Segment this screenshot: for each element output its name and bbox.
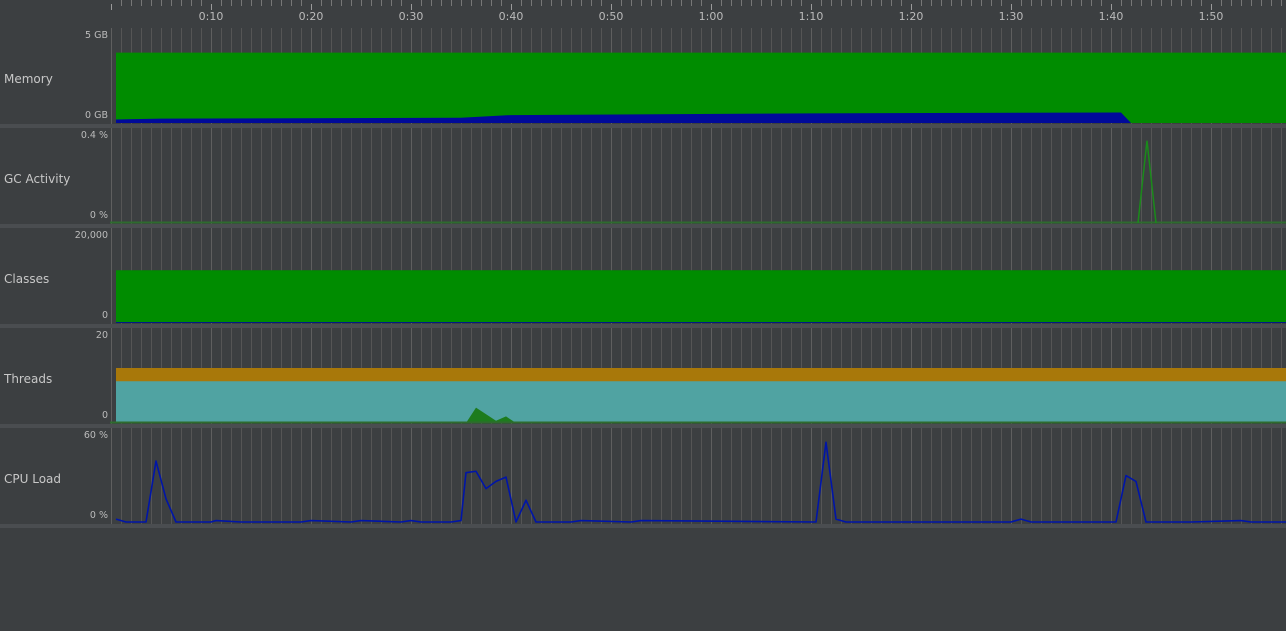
classes-chart: [111, 228, 1286, 324]
threads-y-min-label: 0: [101, 410, 108, 421]
memory-strip: Memory 5 GB 0 GB: [0, 28, 1286, 124]
memory-chart: [111, 28, 1286, 124]
timeline-tick-label: 1:30: [998, 10, 1024, 23]
empty-panel-area: [0, 528, 1286, 631]
memory-committed-area: [116, 52, 1286, 123]
gc-activity-strip: GC Activity 0.4 % 0 %: [0, 128, 1286, 224]
memory-strip-title: Memory: [4, 72, 53, 86]
cpu-load-plot[interactable]: [110, 428, 1286, 524]
threads-live-area: [116, 381, 1286, 423]
timeline-tick-label: 0:30: [398, 10, 424, 23]
gc-activity-chart: [110, 128, 1286, 224]
timeline-tick-label: 0:50: [598, 10, 624, 23]
classes-strip: Classes 20,000 0: [0, 228, 1286, 324]
timeline-tick-label: 1:50: [1198, 10, 1224, 23]
threads-strip: Threads 20 0: [0, 328, 1286, 424]
gc-activity-line: [1137, 140, 1157, 224]
timeline-tick-label: 0:10: [198, 10, 224, 23]
timeline-tick-label: 0:20: [298, 10, 324, 23]
timeline-tick-label: 1:20: [898, 10, 924, 23]
memory-y-max-label: 5 GB: [85, 30, 108, 41]
classes-loaded-area: [116, 270, 1286, 323]
cpu-y-min-label: 0 %: [89, 510, 108, 521]
timeline-ruler: 0:10 0:20 0:30 0:40 0:50 1:00 1:10 1:20 1:30 1:40…: [0, 0, 1286, 28]
memory-plot[interactable]: [110, 28, 1286, 124]
timeline-tick-label: 1:00: [698, 10, 724, 23]
threads-plot[interactable]: [110, 328, 1286, 424]
classes-plot[interactable]: [110, 228, 1286, 324]
classes-strip-title: Classes: [4, 272, 50, 286]
gc-activity-strip-title: GC Activity: [4, 172, 71, 186]
cpu-load-strip: CPU Load 60 % 0 %: [0, 428, 1286, 524]
timeline-tick-label: 1:40: [1098, 10, 1124, 23]
classes-y-max-label: 20,000: [74, 230, 108, 241]
memory-y-min-label: 0 GB: [85, 110, 108, 121]
cpu-load-chart: [111, 428, 1286, 524]
gc-activity-plot[interactable]: [110, 128, 1286, 224]
timeline-ticks: [111, 0, 1282, 10]
timeline-tick-label: 1:10: [798, 10, 824, 23]
gc-y-max-label: 0.4 %: [80, 130, 108, 141]
cpu-load-strip-title: CPU Load: [4, 472, 61, 486]
classes-unloaded-area: [116, 322, 1286, 323]
gc-y-min-label: 0 %: [89, 210, 108, 221]
timeline-tick-label: 0:40: [498, 10, 524, 23]
threads-chart: [110, 328, 1286, 424]
threads-y-max-label: 20: [95, 330, 108, 341]
threads-strip-title: Threads: [4, 372, 53, 386]
cpu-y-max-label: 60 %: [83, 430, 108, 441]
classes-y-min-label: 0: [101, 310, 108, 321]
